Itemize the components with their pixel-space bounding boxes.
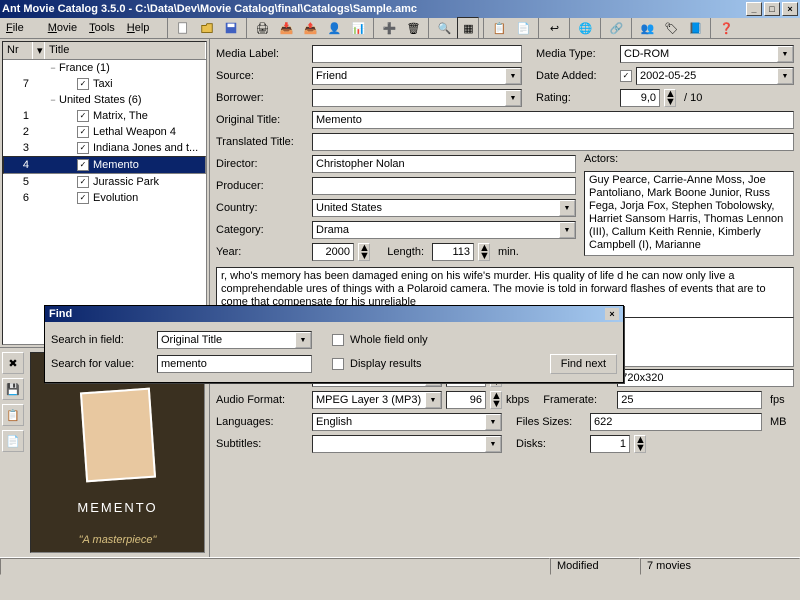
loan-icon[interactable]: 👤 [323, 17, 345, 39]
languages-select[interactable]: English▼ [312, 413, 502, 431]
actors-textarea[interactable]: Guy Pearce, Carrie-Anne Moss, Joe Pantol… [584, 171, 794, 256]
tree-row[interactable]: 3✓Indiana Jones and t... [3, 140, 206, 156]
find-next-button[interactable]: Find next [550, 354, 617, 374]
toolbar: 🖨 📥 📤 👤 📊 ➕ 🗑 🔍 ▦ 📋 📄 ↩ 🌐 🔗 👥 🏷 📘 ❓ [161, 18, 800, 38]
resolution-input[interactable]: 720x320 [617, 369, 794, 387]
maximize-button[interactable]: □ [764, 2, 780, 16]
find-close-button[interactable]: × [605, 308, 619, 320]
length-input[interactable]: 113 [432, 243, 474, 261]
help-icon[interactable]: ❓ [715, 17, 737, 39]
disks-input[interactable]: 1 [590, 435, 630, 453]
menu-movie[interactable]: Movie [48, 22, 77, 34]
col-nr[interactable]: Nr [3, 42, 33, 59]
audio-bitrate-input[interactable]: 96 [446, 391, 486, 409]
tree-row[interactable]: −United States (6) [3, 92, 206, 108]
find-field-select[interactable]: Original Title▼ [157, 331, 312, 349]
status-modified: Modified [550, 558, 640, 575]
date-added-input[interactable]: 2002-05-25▼ [636, 67, 794, 85]
save-icon[interactable] [220, 17, 242, 39]
source-select[interactable]: Friend▼ [312, 67, 522, 85]
people-icon[interactable]: 👥 [636, 17, 658, 39]
rating-spinner[interactable]: ▲▼ [664, 89, 676, 107]
copy-icon[interactable]: 📋 [488, 17, 510, 39]
delete-icon[interactable]: 🗑 [402, 17, 424, 39]
rating-input[interactable]: 9,0 [620, 89, 660, 107]
year-input[interactable]: 2000 [312, 243, 354, 261]
tree-row[interactable]: 4✓Memento [3, 156, 206, 174]
producer-input[interactable] [312, 177, 576, 195]
director-input[interactable]: Christopher Nolan [312, 155, 576, 173]
subtitles-select[interactable]: ▼ [312, 435, 502, 453]
print-icon[interactable]: 🖨 [251, 17, 273, 39]
props-icon[interactable]: 📘 [684, 17, 706, 39]
filesizes-input[interactable]: 622 [590, 413, 762, 431]
paste-icon[interactable]: 📄 [512, 17, 534, 39]
statusbar: Modified 7 movies [0, 557, 800, 575]
movie-tree[interactable]: Nr ▾ Title −France (1)7✓Taxi−United Stat… [2, 41, 207, 345]
category-select[interactable]: Drama▼ [312, 221, 576, 239]
menu-help[interactable]: Help [127, 22, 150, 34]
undo-icon[interactable]: ↩ [543, 17, 565, 39]
export-icon[interactable]: 📤 [299, 17, 321, 39]
tree-row[interactable]: 2✓Lethal Weapon 4 [3, 124, 206, 140]
media-type-select[interactable]: CD-ROM▼ [620, 45, 794, 63]
import-icon[interactable]: 📥 [275, 17, 297, 39]
link-icon[interactable]: 🔗 [605, 17, 627, 39]
app-title: Ant Movie Catalog 3.5.0 - C:\Data\Dev\Mo… [2, 3, 417, 15]
original-title-input[interactable]: Memento [312, 111, 794, 129]
date-enabled-checkbox[interactable]: ✓ [620, 70, 632, 82]
borrower-select[interactable]: ▼ [312, 89, 522, 107]
cover-face [79, 388, 155, 483]
tree-row[interactable]: 6✓Evolution [3, 190, 206, 206]
pic-delete-icon[interactable]: ✖ [2, 352, 24, 374]
search-icon[interactable]: 🔍 [433, 17, 455, 39]
pic-save-icon[interactable]: 💾 [2, 378, 24, 400]
tree-row[interactable]: 1✓Matrix, The [3, 108, 206, 124]
close-button[interactable]: × [782, 2, 798, 16]
menubar: File Movie Tools Help [0, 18, 161, 38]
tree-row[interactable]: 5✓Jurassic Park [3, 174, 206, 190]
framerate-input[interactable]: 25 [617, 391, 762, 409]
tag-icon[interactable]: 🏷 [660, 17, 682, 39]
minimize-button[interactable]: _ [746, 2, 762, 16]
new-icon[interactable] [172, 17, 194, 39]
media-label-input[interactable] [312, 45, 522, 63]
pic-paste-icon[interactable]: 📄 [2, 430, 24, 452]
status-count: 7 movies [640, 558, 800, 575]
titlebar: Ant Movie Catalog 3.5.0 - C:\Data\Dev\Mo… [0, 0, 800, 18]
tree-row[interactable]: 7✓Taxi [3, 76, 206, 92]
tree-row[interactable]: −France (1) [3, 60, 206, 76]
whole-field-checkbox[interactable] [332, 334, 344, 346]
pic-copy-icon[interactable]: 📋 [2, 404, 24, 426]
audio-format-select[interactable]: MPEG Layer 3 (MP3)▼ [312, 391, 442, 409]
find-value-input[interactable]: memento [157, 355, 312, 373]
menu-file[interactable]: File [6, 22, 36, 34]
display-results-checkbox[interactable] [332, 358, 344, 370]
translated-title-input[interactable] [312, 133, 794, 151]
stats-icon[interactable]: 📊 [347, 17, 369, 39]
grid-icon[interactable]: ▦ [457, 17, 479, 39]
country-select[interactable]: United States▼ [312, 199, 576, 217]
col-title[interactable]: Title [45, 42, 206, 59]
menu-tools[interactable]: Tools [89, 22, 115, 34]
open-icon[interactable] [196, 17, 218, 39]
find-dialog: Find× Search in field: Original Title▼ W… [44, 305, 624, 383]
add-icon[interactable]: ➕ [378, 17, 400, 39]
chevron-down-icon[interactable]: ▼ [777, 46, 793, 62]
web-icon[interactable]: 🌐 [574, 17, 596, 39]
